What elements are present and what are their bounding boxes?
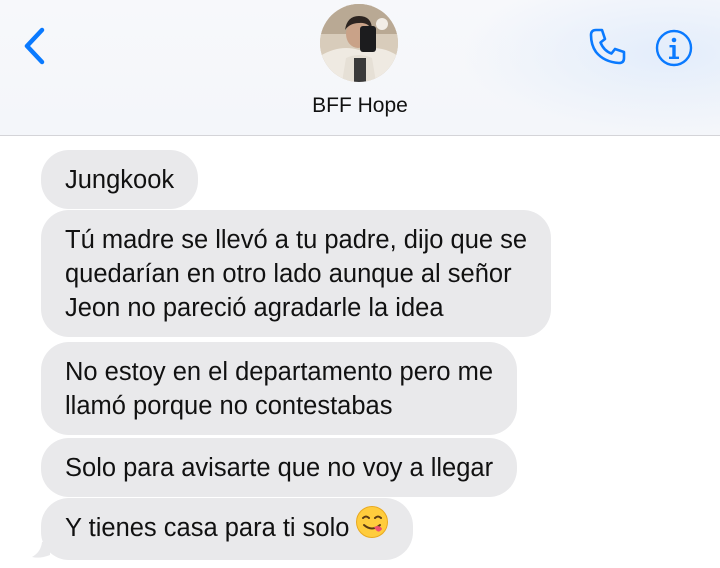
call-button[interactable] bbox=[586, 26, 628, 68]
message-text: Y tienes casa para ti solo bbox=[65, 514, 350, 543]
message-bubble[interactable]: Tú madre se llevó a tu padre, dijo que s… bbox=[41, 210, 552, 337]
message-bubble[interactable]: Solo para avisarte que no voy a llegar bbox=[41, 438, 518, 497]
message-thread[interactable]: Jungkook Tú madre se llevó a tu padre, d… bbox=[0, 136, 720, 568]
avatar-photo bbox=[320, 4, 398, 82]
message-bubble[interactable]: Jungkook bbox=[41, 150, 199, 209]
info-icon bbox=[655, 29, 693, 67]
phone-icon bbox=[589, 28, 626, 65]
contact-name[interactable]: BFF Hope bbox=[0, 94, 720, 118]
contact-avatar[interactable] bbox=[320, 4, 398, 82]
message-bubble[interactable]: Y tienes casa para ti solo bbox=[41, 498, 414, 560]
message-text: llamó porque no contestabas bbox=[65, 392, 393, 420]
message-text: Jeon no pareció agradarle la idea bbox=[65, 294, 444, 322]
info-button[interactable] bbox=[654, 28, 694, 68]
face-savoring-food-icon bbox=[355, 505, 389, 548]
bubble-tail bbox=[32, 542, 50, 558]
message-text: Tú madre se llevó a tu padre, dijo que s… bbox=[65, 226, 528, 254]
back-button[interactable] bbox=[18, 26, 54, 66]
conversation-header: BFF Hope bbox=[0, 0, 720, 136]
chevron-left-icon bbox=[24, 27, 45, 65]
message-text: No estoy en el departamento pero me bbox=[65, 358, 494, 386]
message-text: quedarían en otro lado aunque al señor bbox=[65, 260, 512, 288]
message-bubble[interactable]: No estoy en el departamento pero me llam… bbox=[41, 342, 518, 435]
message-text: Jungkook bbox=[65, 166, 175, 194]
message-text: Solo para avisarte que no voy a llegar bbox=[65, 454, 494, 482]
